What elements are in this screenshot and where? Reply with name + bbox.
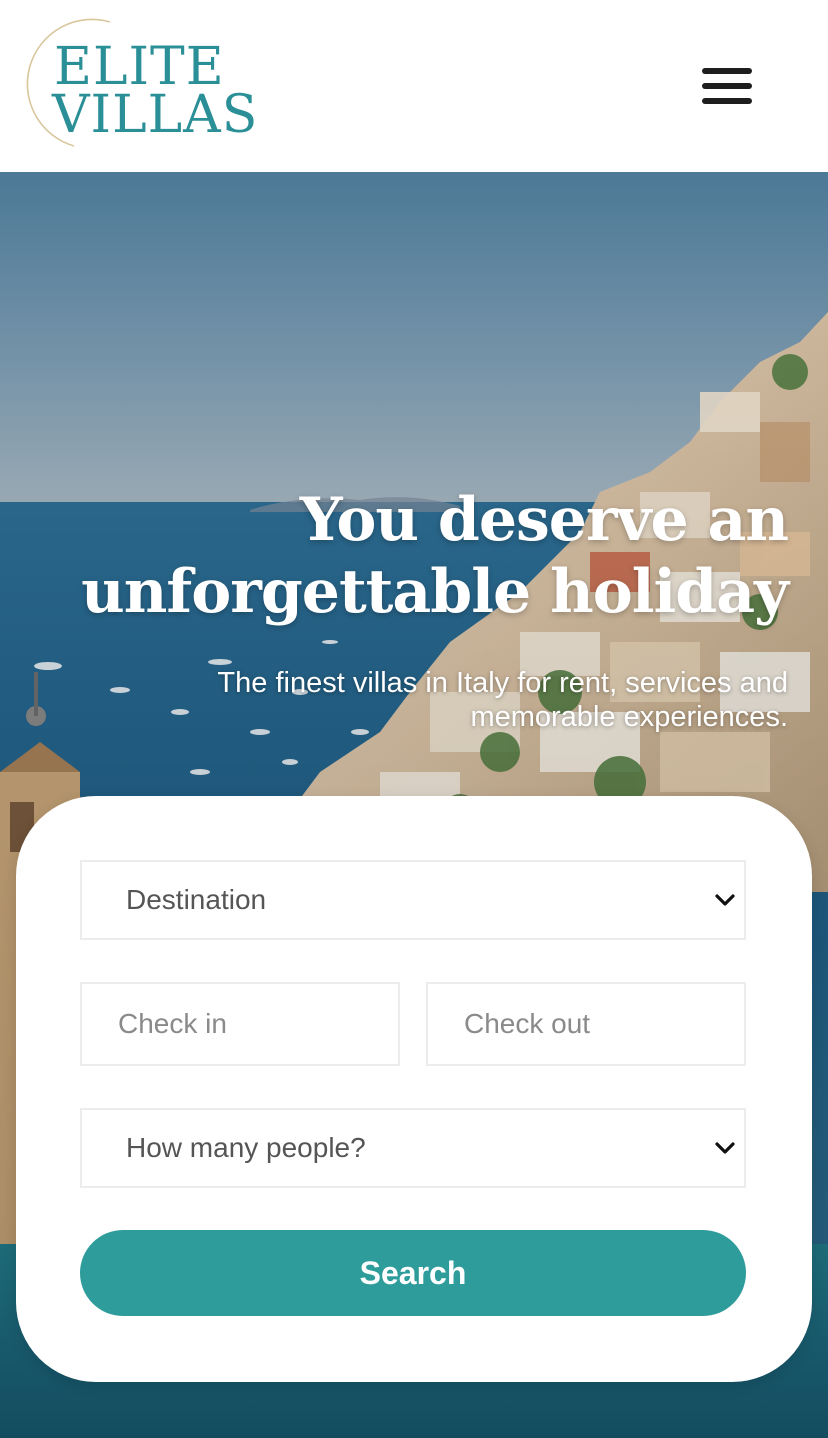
check-out-input[interactable]: Check out bbox=[426, 982, 746, 1066]
site-header: ELITE VILLAS bbox=[0, 0, 828, 172]
hero-title: You deserve an unforgettable holiday bbox=[81, 485, 789, 627]
hero-subtitle: The finest villas in Italy for rent, ser… bbox=[217, 667, 788, 733]
hamburger-menu-icon[interactable] bbox=[694, 62, 758, 110]
people-count-select-value: How many people? bbox=[126, 1132, 366, 1163]
check-out-placeholder: Check out bbox=[464, 1008, 591, 1039]
search-button[interactable]: Search bbox=[80, 1230, 746, 1316]
logo-line-2: VILLAS bbox=[51, 85, 258, 145]
search-form-card: Destination Check in Check out How many … bbox=[16, 796, 812, 1382]
people-count-select[interactable]: How many people? bbox=[80, 1108, 746, 1188]
check-in-placeholder: Check in bbox=[118, 1008, 227, 1039]
chevron-down-icon bbox=[715, 1142, 735, 1154]
elite-villas-logo[interactable]: ELITE VILLAS bbox=[14, 18, 284, 150]
check-in-input[interactable]: Check in bbox=[80, 982, 400, 1066]
chevron-down-icon bbox=[715, 894, 735, 906]
destination-select[interactable]: Destination bbox=[80, 860, 746, 940]
destination-select-value: Destination bbox=[126, 884, 267, 915]
